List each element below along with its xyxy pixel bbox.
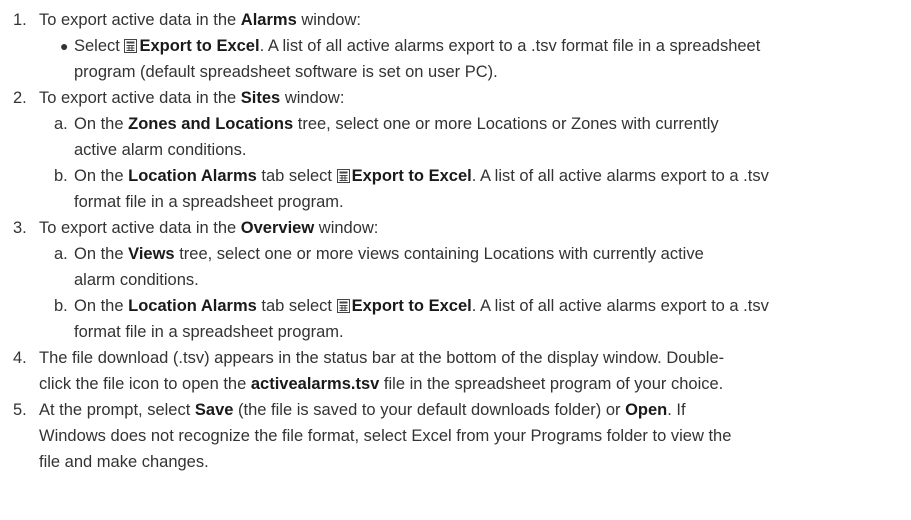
sub-letter: b. [54, 167, 68, 185]
text: window: [280, 89, 345, 107]
window-name: Overview [240, 219, 315, 237]
text: At the prompt, select [39, 401, 195, 419]
text: On the [74, 167, 129, 185]
text: tree, select one or more Locations or Zo… [293, 115, 719, 133]
step-text: The file download (.tsv) appears in the … [39, 349, 725, 367]
step-4: 4. The file download (.tsv) appears in t… [0, 345, 903, 371]
sub-text: format file in a spreadsheet program. [74, 323, 344, 341]
step-4-cont: click the file icon to open the activeal… [0, 371, 903, 397]
step-2a-cont: active alarm conditions. [0, 137, 903, 163]
step-1-bullet-cont: program (default spreadsheet software is… [0, 59, 903, 85]
step-3b: b. On the Location Alarms tab select Exp… [0, 293, 903, 319]
open-option: Open [625, 401, 668, 419]
sub-text: alarm conditions. [74, 271, 199, 289]
text: On the [74, 297, 129, 315]
text: . A list of all active alarms export to … [471, 167, 769, 185]
text: window: [314, 219, 379, 237]
sub-text: On the Location Alarms tab select Export… [74, 293, 769, 319]
step-number: 2. [13, 89, 27, 107]
step-number: 3. [13, 219, 27, 237]
text: tab select [256, 167, 337, 185]
document-body: 1. To export active data in the Alarms w… [0, 0, 911, 475]
text: . If [667, 401, 686, 419]
step-2a: a. On the Zones and Locations tree, sele… [0, 111, 903, 137]
excel-export-icon [336, 299, 350, 313]
sub-text: On the Location Alarms tab select Export… [74, 163, 769, 189]
step-text: At the prompt, select Save (the file is … [39, 397, 686, 423]
tree-name: Zones and Locations [128, 115, 294, 133]
text: To export active data in the [39, 219, 241, 237]
window-name: Sites [240, 89, 281, 107]
step-2b-cont: format file in a spreadsheet program. [0, 189, 903, 215]
step-number: 1. [13, 11, 27, 29]
window-name: Alarms [240, 11, 297, 29]
step-number: 5. [13, 401, 27, 419]
sub-text: format file in a spreadsheet program. [74, 193, 344, 211]
step-text: To export active data in the Overview wi… [39, 215, 378, 241]
step-2b: b. On the Location Alarms tab select Exp… [0, 163, 903, 189]
step-3: 3. To export active data in the Overview… [0, 215, 903, 241]
text: On the [74, 115, 129, 133]
text: tab select [256, 297, 337, 315]
step-5: 5. At the prompt, select Save (the file … [0, 397, 903, 423]
step-text: Windows does not recognize the file form… [39, 427, 732, 445]
sub-letter: a. [54, 245, 68, 263]
bullet-text: program (default spreadsheet software is… [74, 63, 498, 81]
step-1-bullet: ● Select Export to Excel. A list of all … [0, 33, 903, 59]
excel-export-icon [336, 169, 350, 183]
sub-letter: b. [54, 297, 68, 315]
sub-text: On the Views tree, select one or more vi… [74, 241, 704, 267]
text: To export active data in the [39, 89, 241, 107]
command-name: Export to Excel [351, 167, 472, 185]
text: To export active data in the [39, 11, 241, 29]
step-text: file and make changes. [39, 453, 209, 471]
text: click the file icon to open the [39, 375, 251, 393]
step-3a-cont: alarm conditions. [0, 267, 903, 293]
tree-name: Views [128, 245, 175, 263]
command-name: Export to Excel [139, 37, 260, 55]
sub-text: On the Zones and Locations tree, select … [74, 111, 719, 137]
step-text: To export active data in the Sites windo… [39, 85, 344, 111]
sub-text: active alarm conditions. [74, 141, 247, 159]
step-number: 4. [13, 349, 27, 367]
text: tree, select one or more views containin… [174, 245, 704, 263]
text: window: [296, 11, 361, 29]
bullet-dot: ● [60, 38, 69, 54]
file-name: activealarms.tsv [250, 375, 380, 393]
step-5-cont-2: file and make changes. [0, 449, 903, 475]
text: (the file is saved to your default downl… [233, 401, 626, 419]
step-5-cont: Windows does not recognize the file form… [0, 423, 903, 449]
step-text: click the file icon to open the activeal… [39, 371, 723, 397]
step-2: 2. To export active data in the Sites wi… [0, 85, 903, 111]
tab-name: Location Alarms [128, 167, 257, 185]
excel-export-icon [124, 39, 138, 53]
text: On the [74, 245, 129, 263]
bullet-text: Select Export to Excel. A list of all ac… [74, 33, 760, 59]
text: Select [74, 37, 125, 55]
text: file in the spreadsheet program of your … [379, 375, 724, 393]
text: . A list of all active alarms export to … [259, 37, 761, 55]
step-3b-cont: format file in a spreadsheet program. [0, 319, 903, 345]
command-name: Export to Excel [351, 297, 472, 315]
step-1: 1. To export active data in the Alarms w… [0, 7, 903, 33]
step-3a: a. On the Views tree, select one or more… [0, 241, 903, 267]
step-text: To export active data in the Alarms wind… [39, 7, 361, 33]
text: . A list of all active alarms export to … [471, 297, 769, 315]
sub-letter: a. [54, 115, 68, 133]
tab-name: Location Alarms [128, 297, 257, 315]
save-option: Save [194, 401, 234, 419]
